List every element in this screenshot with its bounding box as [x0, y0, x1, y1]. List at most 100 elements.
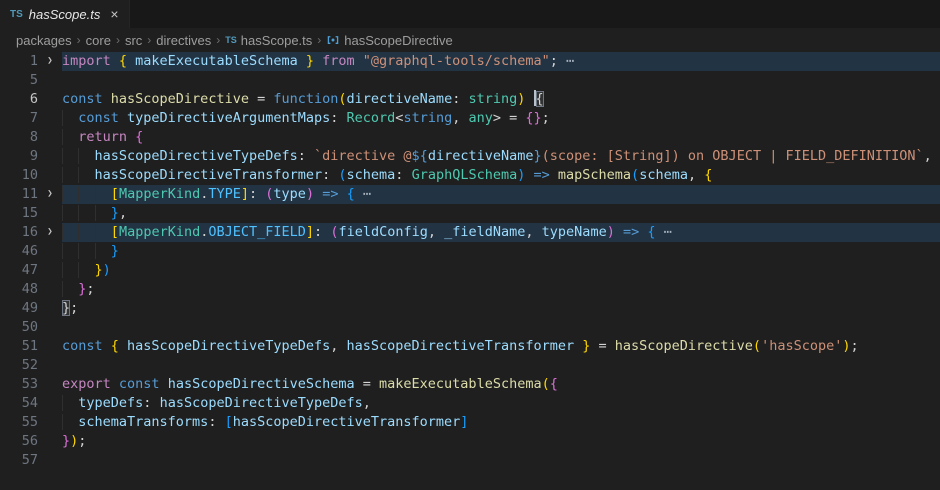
- code-content[interactable]: [62, 71, 940, 90]
- line-number[interactable]: 15: [0, 204, 38, 223]
- code-line[interactable]: 6 const hasScopeDirective = function(dire…: [0, 90, 940, 109]
- code-line[interactable]: 55 schemaTransforms: [hasScopeDirectiveT…: [0, 413, 940, 432]
- code-line[interactable]: 5: [0, 71, 940, 90]
- line-number[interactable]: 7: [0, 109, 38, 128]
- token: hasScopeDirectiveTypeDefs: [119, 338, 330, 354]
- line-number[interactable]: 46: [0, 242, 38, 261]
- close-icon[interactable]: ×: [110, 7, 118, 21]
- line-number[interactable]: 50: [0, 318, 38, 337]
- code-line[interactable]: 15 },: [0, 204, 940, 223]
- code-content[interactable]: });: [62, 432, 940, 451]
- breadcrumb-item-directives[interactable]: directives: [156, 33, 211, 48]
- code-content[interactable]: };: [62, 299, 940, 318]
- fold-chevron-placeholder: [38, 318, 62, 337]
- code-line[interactable]: 8 return {: [0, 128, 940, 147]
- line-number[interactable]: 16: [0, 223, 38, 242]
- fold-chevron-icon[interactable]: ❯: [38, 223, 62, 242]
- indent-guide: [78, 243, 94, 259]
- token: (: [542, 376, 550, 392]
- line-number[interactable]: 47: [0, 261, 38, 280]
- code-line[interactable]: 57: [0, 451, 940, 470]
- code-content[interactable]: typeDefs: hasScopeDirectiveTypeDefs,: [62, 394, 940, 413]
- code-content[interactable]: [62, 356, 940, 375]
- code-line[interactable]: 7 const typeDirectiveArgumentMaps: Recor…: [0, 109, 940, 128]
- code-line[interactable]: 1❯import { makeExecutableSchema } from "…: [0, 52, 940, 71]
- code-content[interactable]: [62, 318, 940, 337]
- breadcrumb-item-packages[interactable]: packages: [16, 33, 72, 48]
- code-content[interactable]: };: [62, 280, 940, 299]
- line-number[interactable]: 9: [0, 147, 38, 166]
- line-number[interactable]: 57: [0, 451, 38, 470]
- line-number[interactable]: 48: [0, 280, 38, 299]
- code-line[interactable]: 48 };: [0, 280, 940, 299]
- line-number[interactable]: 49: [0, 299, 38, 318]
- token: typeName: [542, 224, 607, 240]
- token: ;: [850, 338, 858, 354]
- line-number[interactable]: 56: [0, 432, 38, 451]
- fold-chevron-icon[interactable]: ❯: [38, 52, 62, 71]
- code-line[interactable]: 10 hasScopeDirectiveTransformer: (schema…: [0, 166, 940, 185]
- fold-chevron-placeholder: [38, 261, 62, 280]
- token: [525, 91, 533, 107]
- line-number[interactable]: 11: [0, 185, 38, 204]
- code-line[interactable]: 9 hasScopeDirectiveTypeDefs: `directive …: [0, 147, 940, 166]
- breadcrumb-item-symbol[interactable]: hasScopeDirective: [326, 33, 452, 48]
- code-line[interactable]: 51 const { hasScopeDirectiveTypeDefs, has…: [0, 337, 940, 356]
- code-content[interactable]: [62, 451, 940, 470]
- token: hasScopeDirective: [111, 91, 257, 107]
- code-content[interactable]: },: [62, 204, 940, 223]
- breadcrumb-item-src[interactable]: src: [125, 33, 142, 48]
- code-content[interactable]: schemaTransforms: [hasScopeDirectiveTran…: [62, 413, 940, 432]
- token: :: [452, 91, 468, 107]
- line-number[interactable]: 6: [0, 90, 38, 109]
- code-content[interactable]: const { hasScopeDirectiveTypeDefs, hasSc…: [62, 337, 940, 356]
- line-number[interactable]: 55: [0, 413, 38, 432]
- code-content[interactable]: const typeDirectiveArgumentMaps: Record<…: [62, 109, 940, 128]
- line-number[interactable]: 54: [0, 394, 38, 413]
- code-content[interactable]: hasScopeDirectiveTransformer: (schema: G…: [62, 166, 940, 185]
- code-content[interactable]: }): [62, 261, 940, 280]
- breadcrumb-item-file[interactable]: TS hasScope.ts: [225, 33, 312, 48]
- line-number[interactable]: 52: [0, 356, 38, 375]
- indent-guide: [78, 167, 94, 183]
- indent-guide: [62, 167, 78, 183]
- code-line[interactable]: 47 }): [0, 261, 940, 280]
- line-number[interactable]: 53: [0, 375, 38, 394]
- fold-chevron-icon[interactable]: ❯: [38, 185, 62, 204]
- code-line[interactable]: 50: [0, 318, 940, 337]
- code-line[interactable]: 46 }: [0, 242, 940, 261]
- gutter: 52: [0, 356, 62, 375]
- code-content[interactable]: import { makeExecutableSchema } from "@g…: [62, 52, 940, 71]
- token: (scope: [String]) on OBJECT | FIELD_DEFI…: [542, 148, 924, 164]
- code-line[interactable]: 56});: [0, 432, 940, 451]
- code-content[interactable]: export const hasScopeDirectiveSchema = m…: [62, 375, 940, 394]
- code-content[interactable]: hasScopeDirectiveTypeDefs: `directive @$…: [62, 147, 940, 166]
- folded-code-ellipsis[interactable]: ⋯: [558, 53, 574, 69]
- folded-code-ellipsis[interactable]: ⋯: [355, 186, 371, 202]
- line-number[interactable]: 1: [0, 52, 38, 71]
- code-line[interactable]: 52: [0, 356, 940, 375]
- fold-chevron-placeholder: [38, 204, 62, 223]
- code-content[interactable]: }: [62, 242, 940, 261]
- code-content[interactable]: [MapperKind.TYPE]: (type) => { ⋯: [62, 185, 940, 204]
- code-line[interactable]: 11❯ [MapperKind.TYPE]: (type) => { ⋯: [0, 185, 940, 204]
- token: schema: [639, 167, 688, 183]
- breadcrumb-item-core[interactable]: core: [86, 33, 111, 48]
- code-line[interactable]: 54 typeDefs: hasScopeDirectiveTypeDefs,: [0, 394, 940, 413]
- tab-hasscope[interactable]: TS hasScope.ts ×: [0, 0, 130, 28]
- token: return: [78, 129, 135, 145]
- line-number[interactable]: 5: [0, 71, 38, 90]
- line-number[interactable]: 10: [0, 166, 38, 185]
- token: {: [347, 186, 355, 202]
- code-line[interactable]: 53 export const hasScopeDirectiveSchema =…: [0, 375, 940, 394]
- token: typeDirectiveArgumentMaps: [127, 110, 330, 126]
- code-content[interactable]: return {: [62, 128, 940, 147]
- line-number[interactable]: 8: [0, 128, 38, 147]
- code-content[interactable]: [MapperKind.OBJECT_FIELD]: (fieldConfig,…: [62, 223, 940, 242]
- code-content[interactable]: const hasScopeDirective = function(direc…: [62, 90, 940, 109]
- code-line[interactable]: 16❯ [MapperKind.OBJECT_FIELD]: (fieldCon…: [0, 223, 940, 242]
- folded-code-ellipsis[interactable]: ⋯: [656, 224, 672, 240]
- line-number[interactable]: 51: [0, 337, 38, 356]
- code-line[interactable]: 49};: [0, 299, 940, 318]
- token: }: [111, 205, 119, 221]
